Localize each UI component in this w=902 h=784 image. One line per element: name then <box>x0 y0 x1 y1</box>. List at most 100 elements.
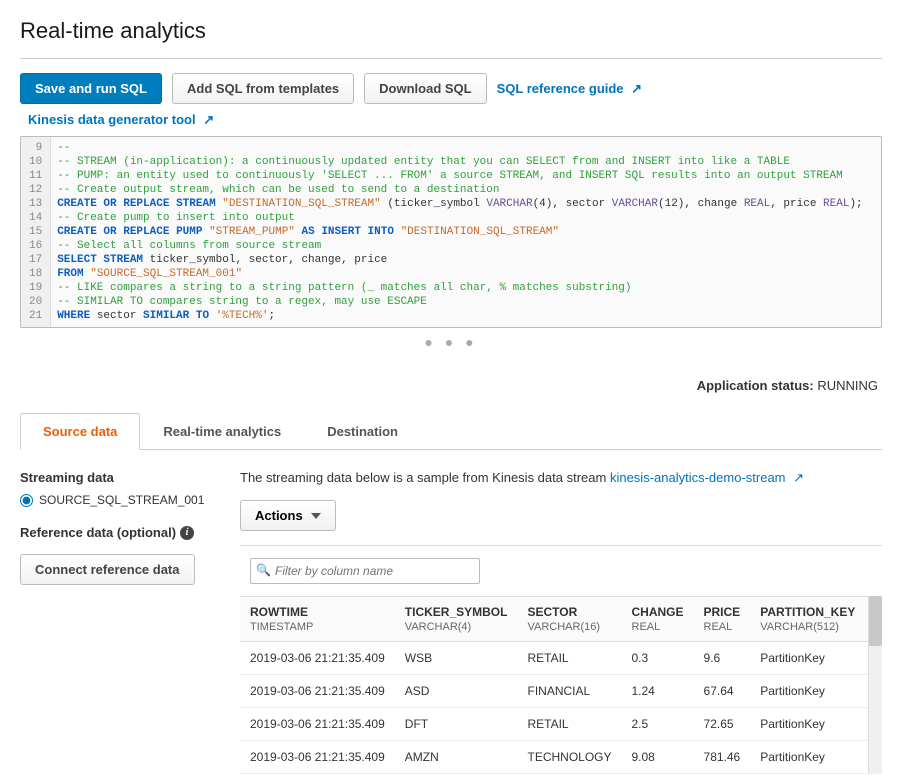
code-line: -- Create pump to insert into output <box>57 211 875 225</box>
table-cell: 2019-03-06 21:21:35.409 <box>240 708 395 741</box>
table-cell: 2019-03-06 21:21:35.409 <box>240 741 395 774</box>
tab-source-data[interactable]: Source data <box>20 413 140 450</box>
code-line: -- LIKE compares a string to a string pa… <box>57 281 875 295</box>
table-cell: 9.08 <box>622 741 694 774</box>
table-cell: ASD <box>395 675 518 708</box>
table-cell: PartitionKey <box>750 741 865 774</box>
add-sql-from-templates-button[interactable]: Add SQL from templates <box>172 73 354 104</box>
reference-data-heading: Reference data (optional) i <box>20 525 210 540</box>
vertical-scrollbar[interactable] <box>868 596 882 774</box>
editor-gutter: 9101112131415161718192021 <box>21 137 51 327</box>
column-header[interactable]: TICKER_SYMBOL VARCHAR(4) <box>395 597 518 642</box>
toolbar: Save and run SQL Add SQL from templates … <box>20 73 882 104</box>
code-line: -- Select all columns from source stream <box>57 239 875 253</box>
code-line: FROM "SOURCE_SQL_STREAM_001" <box>57 267 875 281</box>
table-cell: AMZN <box>395 741 518 774</box>
tab-real-time-analytics[interactable]: Real-time analytics <box>140 413 304 450</box>
code-line: -- STREAM (in-application): a continuous… <box>57 155 875 169</box>
column-header[interactable]: PRICE REAL <box>694 597 751 642</box>
column-name: TICKER_SYMBOL <box>405 605 508 619</box>
column-name: PRICE <box>704 605 741 619</box>
column-type: VARCHAR(16) <box>527 621 600 633</box>
code-line: -- <box>57 141 875 155</box>
content: The streaming data below is a sample fro… <box>240 470 882 774</box>
caret-down-icon <box>311 513 321 519</box>
column-type: VARCHAR(512) <box>760 621 839 633</box>
sql-reference-guide-link[interactable]: SQL reference guide ↗ <box>497 81 642 97</box>
page-title: Real-time analytics <box>20 10 882 59</box>
demo-stream-link[interactable]: kinesis-analytics-demo-stream ↗ <box>610 470 804 485</box>
table-cell: PartitionKey <box>750 642 865 675</box>
tabs: Source data Real-time analytics Destinat… <box>20 413 882 450</box>
download-sql-button[interactable]: Download SQL <box>364 73 486 104</box>
code-line: -- SIMILAR TO compares string to a regex… <box>57 295 875 309</box>
search-icon: 🔍 <box>256 563 271 577</box>
table-cell: 1.24 <box>622 675 694 708</box>
kinesis-data-generator-label: Kinesis data generator tool <box>28 112 196 127</box>
column-type: VARCHAR(4) <box>405 621 471 633</box>
table-cell: 72.65 <box>694 708 751 741</box>
external-link-icon: ↗ <box>631 81 642 96</box>
table-cell: RETAIL <box>517 642 621 675</box>
table-row[interactable]: 2019-03-06 21:21:35.409DFTRETAIL2.572.65… <box>240 708 882 741</box>
column-type: REAL <box>632 621 661 633</box>
table-cell: 2019-03-06 21:21:35.409 <box>240 675 395 708</box>
column-header[interactable]: ROWTIMETIMESTAMP <box>240 597 395 642</box>
actions-label: Actions <box>255 508 303 523</box>
source-stream-option[interactable]: SOURCE_SQL_STREAM_001 <box>20 493 210 507</box>
code-line: -- PUMP: an entity used to continuously … <box>57 169 875 183</box>
column-header[interactable]: SECTOR VARCHAR(16) <box>517 597 621 642</box>
table-cell: DFT <box>395 708 518 741</box>
tab-destination[interactable]: Destination <box>304 413 421 450</box>
table-cell: PartitionKey <box>750 675 865 708</box>
table-cell: 781.46 <box>694 741 751 774</box>
table-cell: PartitionKey <box>750 708 865 741</box>
code-line: -- Create output stream, which can be us… <box>57 183 875 197</box>
filter-by-column-input[interactable] <box>250 558 480 584</box>
table-cell: 2019-03-06 21:21:35.409 <box>240 642 395 675</box>
source-stream-radio[interactable] <box>20 494 33 507</box>
reference-data-label: Reference data (optional) <box>20 525 176 540</box>
table-cell: TECHNOLOGY <box>517 741 621 774</box>
column-name: PARTITION_KEY <box>760 605 855 619</box>
table-cell: WSB <box>395 642 518 675</box>
kinesis-data-generator-link[interactable]: Kinesis data generator tool ↗ <box>28 112 214 127</box>
external-link-icon: ↗ <box>793 470 804 485</box>
status-value: RUNNING <box>817 378 878 393</box>
column-header[interactable]: PARTITION_KEY VARCHAR(512) <box>750 597 865 642</box>
sql-editor[interactable]: 9101112131415161718192021 ---- STREAM (i… <box>20 136 882 328</box>
column-type: REAL <box>704 621 733 633</box>
scrollbar-thumb[interactable] <box>869 596 882 646</box>
source-stream-name: SOURCE_SQL_STREAM_001 <box>39 493 204 507</box>
info-icon[interactable]: i <box>180 526 194 540</box>
sql-reference-guide-label: SQL reference guide <box>497 81 624 96</box>
code-line: CREATE OR REPLACE STREAM "DESTINATION_SQ… <box>57 197 875 211</box>
column-header[interactable]: CHANGE REAL <box>622 597 694 642</box>
table-cell: RETAIL <box>517 708 621 741</box>
streaming-data-heading: Streaming data <box>20 470 210 485</box>
data-table: ROWTIMETIMESTAMP TICKER_SYMBOL VARCHAR(4) S… <box>240 596 882 774</box>
table-row[interactable]: 2019-03-06 21:21:35.409AMZNTECHNOLOGY9.0… <box>240 741 882 774</box>
status-label: Application status: <box>697 378 814 393</box>
table-row[interactable]: 2019-03-06 21:21:35.409WSBRETAIL0.39.6Pa… <box>240 642 882 675</box>
data-table-scroll[interactable]: ROWTIMETIMESTAMP TICKER_SYMBOL VARCHAR(4) S… <box>240 596 882 774</box>
actions-dropdown-button[interactable]: Actions <box>240 500 336 531</box>
table-cell: 2.5 <box>622 708 694 741</box>
application-status: Application status: RUNNING <box>20 378 878 393</box>
code-line: CREATE OR REPLACE PUMP "STREAM_PUMP" AS … <box>57 225 875 239</box>
code-line: SELECT STREAM ticker_symbol, sector, cha… <box>57 253 875 267</box>
column-name: ROWTIME <box>250 605 385 619</box>
connect-reference-data-button[interactable]: Connect reference data <box>20 554 195 585</box>
external-link-icon: ↗ <box>203 112 214 127</box>
column-name: CHANGE <box>632 605 684 619</box>
code-line: WHERE sector SIMILAR TO '%TECH%'; <box>57 309 875 323</box>
editor-code[interactable]: ---- STREAM (in-application): a continuo… <box>51 137 881 327</box>
save-and-run-sql-button[interactable]: Save and run SQL <box>20 73 162 104</box>
table-cell: 0.3 <box>622 642 694 675</box>
sidebar: Streaming data SOURCE_SQL_STREAM_001 Ref… <box>20 470 210 774</box>
column-name: SECTOR <box>527 605 611 619</box>
table-row[interactable]: 2019-03-06 21:21:35.409ASDFINANCIAL1.246… <box>240 675 882 708</box>
stream-description-text: The streaming data below is a sample fro… <box>240 470 610 485</box>
resize-handle-icon[interactable]: ● ● ● <box>20 328 882 356</box>
demo-stream-name: kinesis-analytics-demo-stream <box>610 470 786 485</box>
